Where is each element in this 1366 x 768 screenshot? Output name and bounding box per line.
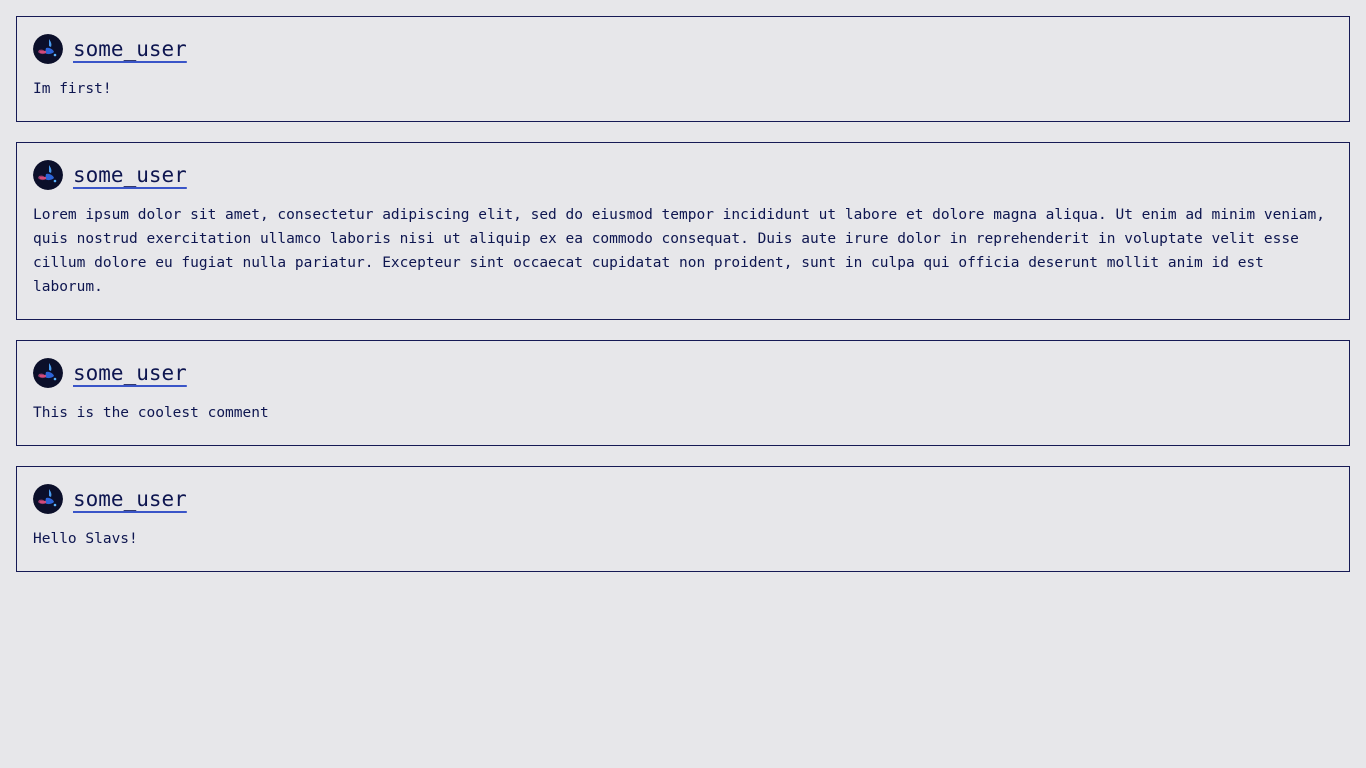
username-link[interactable]: some_user: [73, 359, 187, 387]
comment-text: Lorem ipsum dolor sit amet, consectetur …: [33, 207, 1326, 295]
user-avatar-icon[interactable]: [33, 358, 63, 388]
comment-text: Hello Slavs!: [33, 531, 138, 547]
comment-text: This is the coolest comment: [33, 405, 269, 421]
user-avatar-icon[interactable]: [33, 484, 63, 514]
comment-header: some_user: [33, 357, 1333, 389]
comment-header: some_user: [33, 483, 1333, 515]
comment-text: Im first!: [33, 81, 112, 97]
user-avatar-icon[interactable]: [33, 34, 63, 64]
username-link[interactable]: some_user: [73, 161, 187, 189]
comment-card: some_user Im first!: [16, 16, 1350, 122]
username-link[interactable]: some_user: [73, 35, 187, 63]
user-avatar-icon[interactable]: [33, 160, 63, 190]
comment-card: some_user Hello Slavs!: [16, 466, 1350, 572]
comment-header: some_user: [33, 33, 1333, 65]
comment-list: some_user Im first! some_user Lorem ipsu…: [0, 0, 1366, 572]
comment-card: some_user Lorem ipsum dolor sit amet, co…: [16, 142, 1350, 320]
comment-card: some_user This is the coolest comment: [16, 340, 1350, 446]
comment-header: some_user: [33, 159, 1333, 191]
username-link[interactable]: some_user: [73, 485, 187, 513]
